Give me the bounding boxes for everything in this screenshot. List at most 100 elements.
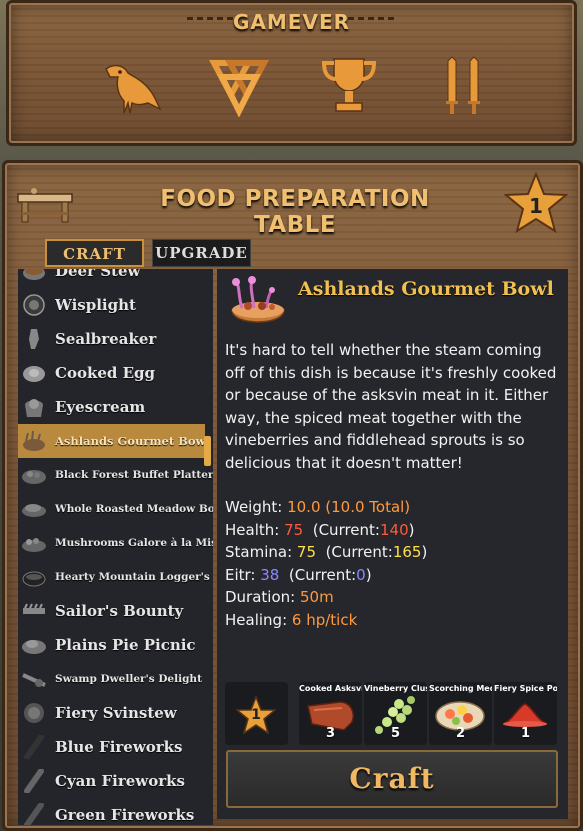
stat-weight: Weight: 10.0 (10.0 Total) bbox=[225, 496, 565, 519]
recipe-list-scrollbar[interactable] bbox=[204, 436, 211, 466]
swords-icon[interactable] bbox=[432, 55, 494, 117]
requirement-slot[interactable]: Cooked Asksvin Tail 3 bbox=[299, 682, 362, 745]
stat-value: 10.0 (10.0 Total) bbox=[287, 498, 411, 516]
list-item[interactable]: Wisplight bbox=[18, 288, 205, 322]
list-item[interactable]: Sealbreaker bbox=[18, 322, 205, 356]
trophy-icon[interactable] bbox=[318, 55, 380, 117]
recipe-label: Eyescream bbox=[55, 398, 146, 416]
stat-close: ) bbox=[421, 543, 428, 562]
stat-close: ) bbox=[408, 520, 415, 539]
station-title: FOOD PREPARATION TABLE bbox=[160, 186, 430, 238]
recipe-label: Deer Stew bbox=[55, 269, 141, 280]
recipe-label: Sailor's Bounty bbox=[55, 602, 184, 620]
stat-label: Weight: bbox=[225, 498, 283, 516]
game-title: GAMEVER bbox=[233, 10, 350, 34]
list-item[interactable]: Eyescream bbox=[18, 390, 205, 424]
recipe-list[interactable]: Deer Stew Wisplight Sealbreaker Cooked E… bbox=[18, 269, 213, 825]
item-description: It's hard to tell whether the steam comi… bbox=[225, 341, 557, 472]
list-item[interactable]: Hearty Mountain Logger's Stew bbox=[18, 560, 213, 594]
stat-label: Duration: bbox=[225, 588, 296, 607]
stat-current: 165 bbox=[392, 543, 422, 562]
egg-icon bbox=[23, 366, 45, 382]
valknut-icon[interactable] bbox=[208, 55, 270, 118]
required-level-badge: 1 bbox=[234, 694, 278, 735]
raven-icon[interactable] bbox=[100, 55, 162, 117]
svinstew-icon bbox=[24, 703, 44, 723]
requirement-qty: 3 bbox=[325, 726, 336, 741]
stat-value: 6 hp/tick bbox=[291, 610, 358, 629]
list-item[interactable]: Plains Pie Picnic bbox=[18, 628, 205, 662]
gourmet-bowl-icon bbox=[23, 430, 45, 451]
list-item[interactable]: Deer Stew bbox=[18, 269, 205, 288]
list-item-selected[interactable]: Ashlands Gourmet Bowl bbox=[18, 424, 210, 458]
list-item[interactable]: Fiery Svinstew bbox=[18, 696, 205, 730]
stat-current-label: (Current: bbox=[325, 543, 393, 562]
stat-health: Health: 75 (Current:140) bbox=[225, 519, 565, 542]
stat-current: 0 bbox=[356, 565, 366, 584]
stat-stamina: Stamina: 75 (Current:165) bbox=[225, 541, 565, 564]
recipe-label: Ashlands Gourmet Bowl bbox=[55, 434, 210, 448]
requirement-slot[interactable]: Scorching Medley 2 bbox=[429, 682, 492, 745]
stat-value: 75 bbox=[296, 543, 317, 562]
tab-craft[interactable]: CRAFT bbox=[45, 239, 144, 267]
recipe-label: Hearty Mountain Logger's Stew bbox=[55, 571, 213, 583]
recipe-label: Wisplight bbox=[55, 296, 136, 314]
list-item[interactable]: Cooked Egg bbox=[18, 356, 205, 390]
recipe-label: Green Fireworks bbox=[55, 806, 195, 824]
list-item[interactable]: Blue Fireworks bbox=[18, 730, 205, 764]
requirement-name: Fiery Spice Powder bbox=[494, 684, 557, 693]
recipe-label: Whole Roasted Meadow Boar bbox=[55, 503, 213, 515]
stat-value: 75 bbox=[284, 520, 304, 539]
tab-upgrade[interactable]: UPGRADE bbox=[152, 239, 251, 267]
requirement-slot[interactable]: Vineberry Cluster 5 bbox=[364, 682, 427, 745]
stat-label: Health: bbox=[225, 520, 280, 539]
stat-duration: Duration: 50m bbox=[225, 586, 565, 609]
platter-icon bbox=[22, 470, 46, 484]
bounty-icon bbox=[23, 603, 45, 614]
requirement-slot[interactable]: Fiery Spice Powder 1 bbox=[494, 682, 557, 745]
list-item[interactable]: Whole Roasted Meadow Boar bbox=[18, 492, 213, 526]
gourmet-bowl-icon bbox=[226, 276, 290, 336]
sealbreaker-icon bbox=[29, 329, 39, 349]
requirement-name: Scorching Medley bbox=[429, 684, 492, 693]
recipe-label: Cyan Fireworks bbox=[55, 772, 185, 790]
firework-green-icon bbox=[24, 803, 44, 825]
pie-icon bbox=[22, 640, 46, 654]
requirement-name: Cooked Asksvin Tail bbox=[299, 684, 362, 693]
wisp-icon bbox=[23, 294, 45, 316]
boar-icon bbox=[22, 504, 46, 517]
list-item[interactable]: Swamp Dweller's Delight bbox=[18, 662, 205, 696]
station-level-badge: 1 bbox=[503, 171, 569, 234]
stat-label: Stamina: bbox=[225, 543, 293, 562]
requirement-qty: 1 bbox=[520, 726, 531, 741]
station-level: 1 bbox=[529, 194, 543, 218]
list-item[interactable]: Mushrooms Galore à la Mistlands bbox=[18, 526, 213, 560]
recipe-label: Swamp Dweller's Delight bbox=[55, 673, 202, 685]
requirement-name: Vineberry Cluster bbox=[364, 684, 427, 693]
stat-label: Eitr: bbox=[225, 565, 256, 584]
swamp-dish-icon bbox=[22, 673, 46, 687]
stat-value: 38 bbox=[260, 565, 280, 584]
stat-current-label: (Current: bbox=[312, 520, 380, 539]
stat-current-label: (Current: bbox=[288, 565, 357, 584]
list-item[interactable]: Green Fireworks bbox=[18, 798, 205, 825]
stew-icon bbox=[23, 269, 45, 280]
recipe-label: Black Forest Buffet Platter bbox=[55, 469, 213, 481]
list-item[interactable]: Sailor's Bounty bbox=[18, 594, 205, 628]
recipe-label: Mushrooms Galore à la Mistlands bbox=[55, 537, 213, 549]
logger-stew-icon bbox=[22, 571, 46, 587]
craft-button[interactable]: Craft bbox=[226, 750, 558, 808]
requirement-qty: 2 bbox=[455, 726, 466, 741]
stat-close: ) bbox=[365, 565, 372, 584]
recipe-label: Blue Fireworks bbox=[55, 738, 183, 756]
firework-blue-icon bbox=[24, 735, 44, 759]
requirement-qty: 5 bbox=[390, 726, 401, 741]
list-item[interactable]: Black Forest Buffet Platter bbox=[18, 458, 213, 492]
firework-cyan-icon bbox=[24, 769, 44, 793]
prep-table-icon bbox=[14, 186, 76, 226]
list-item[interactable]: Cyan Fireworks bbox=[18, 764, 205, 798]
stat-current: 140 bbox=[379, 520, 409, 539]
item-name: Ashlands Gourmet Bowl bbox=[298, 278, 554, 300]
stat-label: Healing: bbox=[225, 610, 288, 629]
stat-healing: Healing: 6 hp/tick bbox=[225, 609, 565, 632]
